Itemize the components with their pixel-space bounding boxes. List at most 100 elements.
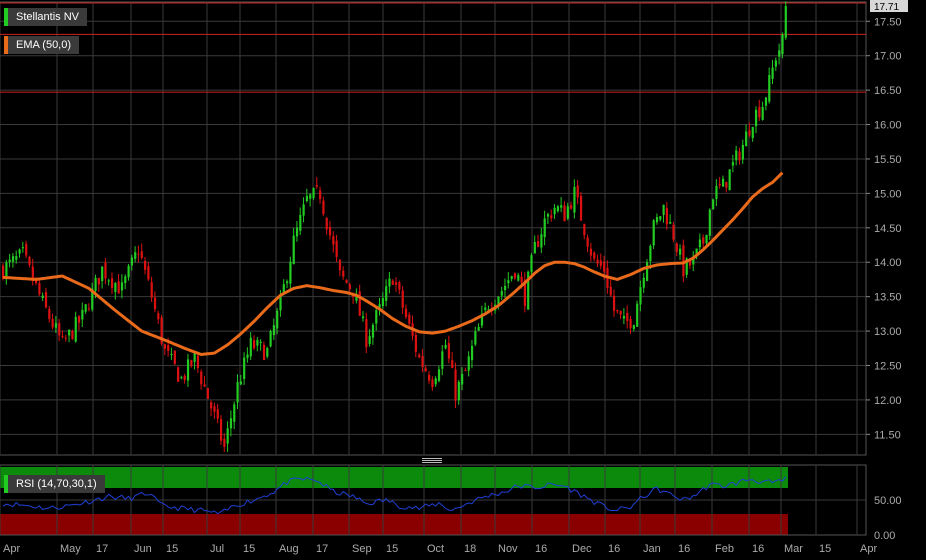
candle-body xyxy=(130,257,133,266)
candle-body xyxy=(309,194,312,199)
candle-body xyxy=(404,308,408,317)
last-price-marker: 17.71 xyxy=(870,0,908,13)
price-tick-label: 15.50 xyxy=(874,154,902,166)
candle-body xyxy=(203,384,206,387)
price-tick-label: 11.50 xyxy=(874,429,901,441)
candle-body xyxy=(107,280,110,282)
candle-body xyxy=(550,215,553,219)
ema-color-swatch xyxy=(4,36,8,54)
candle-body xyxy=(401,290,404,308)
panel-splitter-handle[interactable] xyxy=(422,458,442,464)
candle-body xyxy=(652,220,655,246)
candle-body xyxy=(636,303,639,327)
candle-body xyxy=(784,6,787,38)
time-tick-label: Sep xyxy=(352,543,372,555)
candle-body xyxy=(147,266,150,280)
candle-body xyxy=(758,106,761,118)
candle-body xyxy=(414,334,418,352)
candle-body xyxy=(500,291,503,296)
candle-body xyxy=(761,106,764,120)
candle-body xyxy=(599,260,602,266)
rsi-color-swatch xyxy=(4,475,8,493)
candle-body xyxy=(583,224,586,236)
candle-body xyxy=(15,256,18,260)
candle-body xyxy=(781,34,784,55)
candle-body xyxy=(28,256,31,265)
candle-body xyxy=(183,375,186,380)
rsi-legend[interactable]: RSI (14,70,30,1) xyxy=(4,475,105,493)
price-tick-label: 16.00 xyxy=(874,120,902,132)
candle-body xyxy=(381,298,384,307)
candle-body xyxy=(659,216,662,220)
candle-body xyxy=(484,307,487,311)
time-tick-label: Aug xyxy=(279,543,299,555)
candle-body xyxy=(272,325,276,336)
candle-body xyxy=(180,377,183,379)
ema-line xyxy=(2,171,784,357)
price-color-swatch xyxy=(4,8,8,26)
candle-body xyxy=(21,247,25,249)
candle-body xyxy=(68,329,71,336)
stock-chart[interactable]: 11.50 12.00 12.50 13.00 13.50 14.00 14.50 15.00… xyxy=(0,0,926,560)
last-price-label: 17.71 xyxy=(874,2,899,13)
candle-body xyxy=(672,224,675,240)
time-tick-label: 17 xyxy=(96,543,108,555)
candle-body xyxy=(398,282,401,290)
candle-body xyxy=(665,208,669,225)
candle-body xyxy=(319,190,322,200)
candle-body xyxy=(507,280,510,284)
candle-body xyxy=(11,256,15,262)
candle-body xyxy=(137,253,140,255)
candle-body xyxy=(140,251,143,258)
time-tick-label: 16 xyxy=(752,543,764,555)
candle-body xyxy=(751,127,754,139)
candle-body xyxy=(246,354,249,358)
candle-body xyxy=(44,292,48,308)
candle-body xyxy=(586,237,589,247)
candle-body xyxy=(200,371,203,385)
candle-body xyxy=(603,261,606,272)
candle-body xyxy=(177,367,180,382)
candle-body xyxy=(262,344,266,360)
candle-body xyxy=(216,409,219,419)
candle-body xyxy=(315,185,318,187)
candle-body xyxy=(157,313,160,320)
candle-body xyxy=(213,406,216,412)
price-tick-label: 12.00 xyxy=(874,395,902,407)
candle-body xyxy=(38,282,41,295)
candle-body xyxy=(249,337,252,357)
time-tick-label: 17 xyxy=(316,543,328,555)
candle-body xyxy=(533,241,536,254)
price-legend[interactable]: Stellantis NV xyxy=(4,8,87,26)
candle-body xyxy=(768,75,771,102)
candle-body xyxy=(431,379,434,388)
candle-body xyxy=(219,419,223,441)
candle-body xyxy=(94,277,97,291)
time-tick-label: Jan xyxy=(643,543,661,555)
ema-legend[interactable]: EMA (50,0) xyxy=(4,36,80,54)
candle-body xyxy=(721,178,725,187)
candle-body xyxy=(292,235,295,265)
candle-body xyxy=(58,323,61,336)
candle-body xyxy=(345,279,348,283)
candle-body xyxy=(358,291,361,316)
candle-body xyxy=(170,353,173,355)
candle-body xyxy=(520,276,523,283)
candle-body xyxy=(424,368,427,372)
candle-body xyxy=(361,316,365,319)
candle-body xyxy=(391,280,394,285)
time-tick-label: 18 xyxy=(464,543,476,555)
candle-body xyxy=(632,325,635,329)
candle-body xyxy=(252,340,256,349)
time-tick-label: 16 xyxy=(608,543,620,555)
candle-body xyxy=(421,356,424,367)
candle-body xyxy=(560,205,563,208)
candle-body xyxy=(64,337,67,339)
time-tick-label: Feb xyxy=(715,543,734,555)
candle-body xyxy=(229,418,233,429)
time-tick-label: Mar xyxy=(784,543,803,555)
candle-body xyxy=(120,282,124,291)
candle-body xyxy=(503,285,507,291)
candle-body xyxy=(715,185,718,199)
time-tick-label: 15 xyxy=(166,543,178,555)
